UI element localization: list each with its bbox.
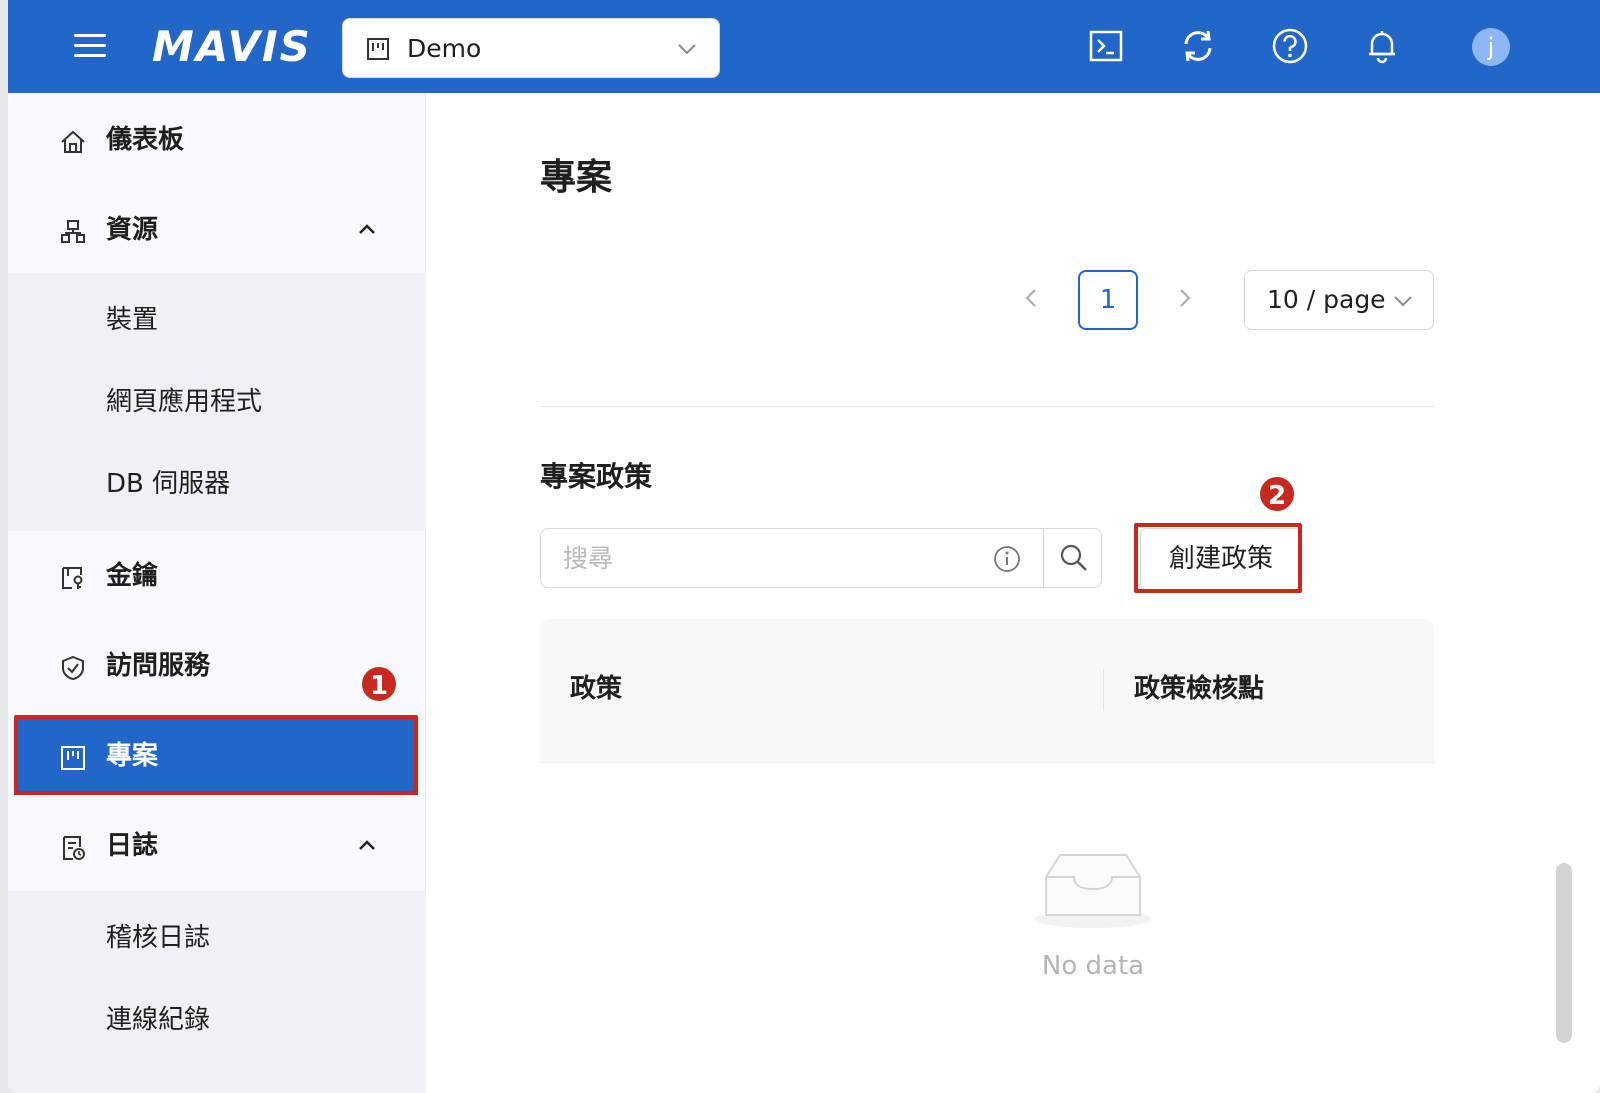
top-bar: MAVIS Demo j [8, 0, 1600, 93]
chevron-up-icon [359, 840, 375, 850]
project-select[interactable]: Demo [342, 18, 720, 78]
policy-search [540, 528, 1102, 588]
policy-section-title: 專案政策 [540, 460, 653, 493]
project-board-icon [61, 746, 85, 770]
sidebar-subitem-web-apps[interactable]: 網頁應用程式 [8, 367, 426, 437]
search-input[interactable] [541, 529, 981, 587]
sidebar-item-label: 資源 [106, 215, 159, 245]
sidebar-item-resources[interactable]: 資源 [8, 193, 426, 269]
log-file-icon [63, 836, 85, 860]
terminal-icon[interactable] [1086, 26, 1126, 66]
sidebar-item-keys[interactable]: 金鑰 [8, 539, 426, 615]
sidebar-item-label: 金鑰 [106, 561, 159, 591]
sidebar-subitem-db-servers[interactable]: DB 伺服器 [8, 449, 426, 519]
sidebar-item-label: 專案 [106, 741, 159, 771]
chevron-right-icon[interactable] [1170, 283, 1200, 313]
subitem-label: 連線紀錄 [106, 1005, 211, 1035]
menu-icon[interactable] [74, 30, 108, 60]
subitem-label: DB 伺服器 [106, 469, 231, 499]
pagination-page-1[interactable]: 1 [1078, 270, 1138, 330]
user-avatar[interactable]: j [1472, 28, 1510, 66]
column-header-checkpoint: 政策檢核點 [1134, 674, 1265, 704]
project-board-icon [367, 38, 389, 60]
policy-table-header: 政策 政策檢核點 [540, 619, 1434, 763]
sidebar-item-label: 訪問服務 [106, 651, 211, 681]
home-icon [61, 130, 85, 153]
help-icon[interactable] [1270, 26, 1310, 66]
sidebar-item-projects[interactable]: 專案 [14, 719, 418, 795]
sidebar-item-dashboard[interactable]: 儀表板 [8, 103, 426, 179]
chevron-down-icon [678, 44, 696, 55]
info-icon[interactable] [993, 545, 1021, 573]
page-size-value: 10 / page [1267, 285, 1386, 314]
empty-state-text: No data [1041, 951, 1145, 981]
resources-submenu: 裝置 網頁應用程式 DB 伺服器 [8, 273, 426, 531]
subitem-label: 裝置 [106, 305, 159, 335]
sidebar-item-label: 儀表板 [106, 125, 185, 155]
sidebar-item-logs[interactable]: 日誌 [8, 809, 426, 885]
create-policy-button[interactable]: 創建政策 [1140, 528, 1302, 590]
project-select-value: Demo [407, 34, 482, 63]
search-icon [1060, 544, 1087, 571]
cluster-icon [61, 220, 85, 243]
sidebar-subitem-devices[interactable]: 裝置 [8, 285, 426, 355]
section-divider [540, 406, 1434, 407]
sidebar-item-label: 日誌 [106, 831, 159, 861]
subitem-label: 網頁應用程式 [106, 387, 263, 417]
search-button[interactable] [1043, 529, 1102, 587]
vertical-scrollbar[interactable] [1556, 863, 1572, 1043]
sidebar-subitem-audit-logs[interactable]: 稽核日誌 [8, 903, 426, 973]
chevron-left-icon[interactable] [1016, 283, 1046, 313]
column-separator [1103, 669, 1104, 711]
chevron-down-icon [1394, 296, 1412, 307]
mavis-logo: MAVIS [152, 22, 312, 71]
app-window: MAVIS Demo j 儀表板 資源 裝置 網頁應用程式 DB 伺服器 金鑰 … [8, 0, 1600, 1093]
column-header-policy: 政策 [570, 674, 623, 704]
refresh-icon[interactable] [1178, 26, 1218, 66]
step-badge-1: 1 [360, 665, 398, 703]
logs-submenu: 稽核日誌 連線紀錄 [8, 891, 426, 1093]
bell-icon[interactable] [1362, 26, 1402, 66]
page-title: 專案 [540, 157, 613, 198]
key-card-icon [62, 567, 83, 589]
step-badge-2: 2 [1258, 475, 1296, 513]
subitem-label: 稽核日誌 [106, 923, 211, 953]
chevron-up-icon [359, 224, 375, 234]
page-size-select[interactable]: 10 / page [1244, 270, 1434, 330]
sidebar: 儀表板 資源 裝置 網頁應用程式 DB 伺服器 金鑰 訪問服務 專案 1 日誌 … [8, 93, 426, 1093]
empty-inbox-icon [1035, 854, 1151, 928]
shield-check-icon [62, 655, 84, 681]
sidebar-subitem-connection-logs[interactable]: 連線紀錄 [8, 985, 426, 1055]
main-content: 專案 1 10 / page 專案政策 搜尋 創建政策 2 政策 政策檢核點 N… [426, 93, 1600, 1093]
